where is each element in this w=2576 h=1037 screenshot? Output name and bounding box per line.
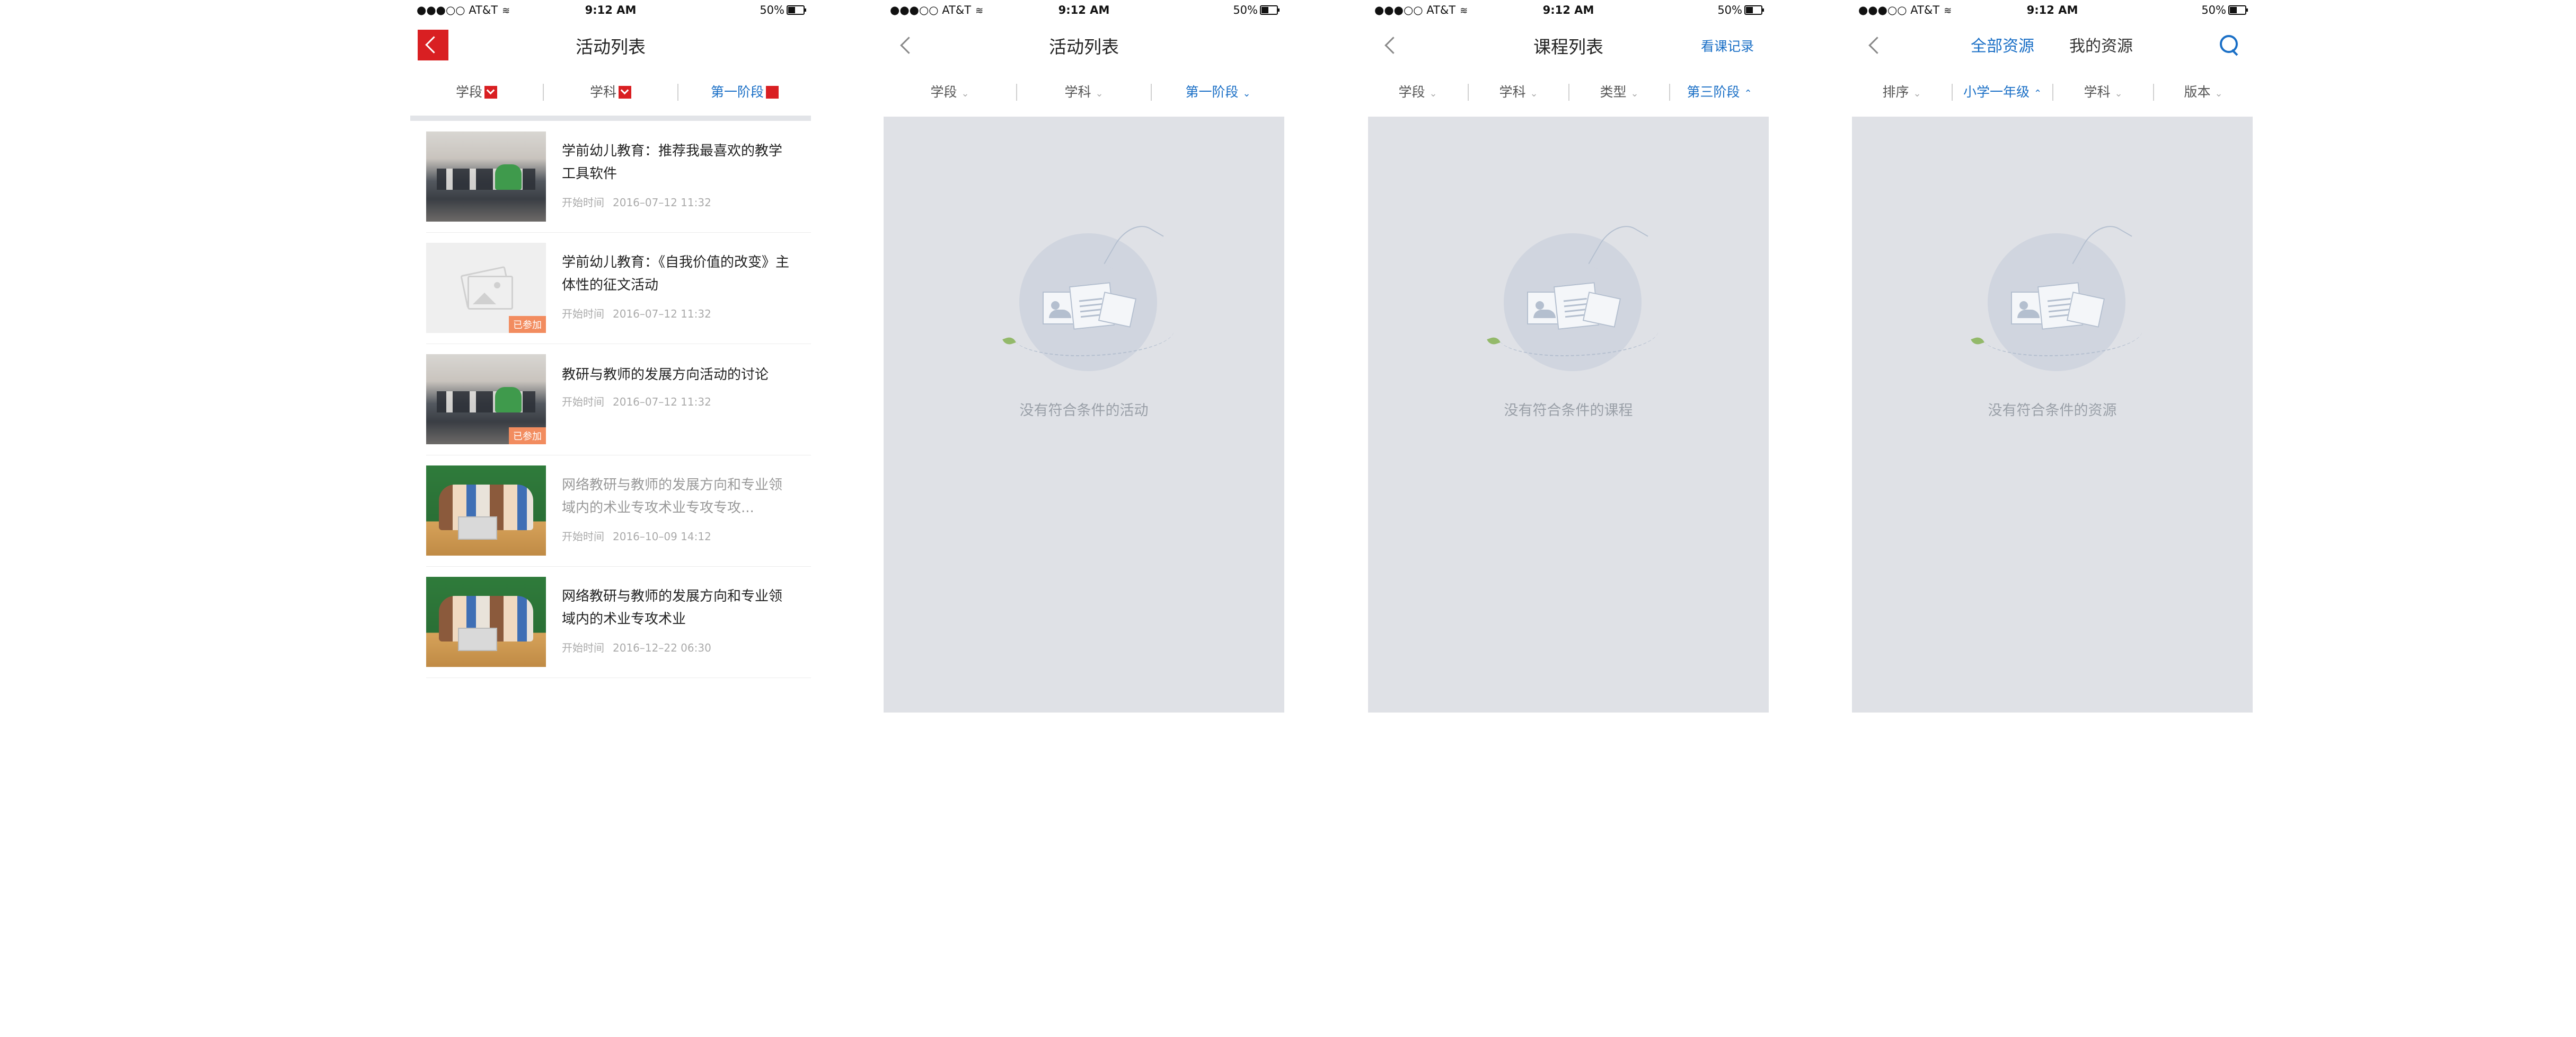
chevron-down-icon: ⌄ (961, 88, 969, 99)
activity-time: 开始时间 2016–07–12 11:32 (562, 307, 711, 320)
nav-bar: 活动列表 (410, 21, 811, 68)
filter-stage[interactable]: 学段 ⌄ (1368, 68, 1468, 117)
activity-title: 网络教研与教师的发展方向和专业领域内的术业专攻术业专攻专攻... (562, 477, 783, 516)
chevron-left-icon (1868, 37, 1886, 54)
activity-list-screen: ●●●○○ AT&T ≋ 9:12 AM 50% 活动列表 学段 学科 第一阶段 … (410, 0, 811, 713)
dropdown-icon (619, 86, 631, 99)
joined-badge: 已参加 (509, 316, 546, 333)
nav-bar: 课程列表 看课记录 (1368, 21, 1769, 68)
chevron-up-icon: ⌃ (2033, 88, 2042, 99)
activity-time: 开始时间 2016–12–22 06:30 (562, 641, 711, 654)
list-item[interactable]: 已参加 教研与教师的发展方向活动的讨论 开始时间 2016–07–12 11:32 (426, 344, 811, 455)
filter-stage[interactable]: 学段 ⌄ (884, 68, 1016, 117)
filter-subject[interactable]: 学科 ⌄ (1017, 68, 1151, 117)
nav-bar: 全部资源 我的资源 (1852, 21, 2253, 68)
empty-documents-icon (1971, 216, 2142, 371)
filter-subject[interactable]: 学科 (544, 68, 677, 117)
activity-thumbnail: 已参加 (426, 354, 546, 444)
course-list-empty-screen: ●●●○○ AT&T ≋ 9:12 AM 50% 课程列表 看课记录 学段 ⌄ 学科… (1368, 0, 1769, 713)
joined-badge: 已参加 (509, 427, 546, 444)
battery-icon (787, 5, 806, 15)
clock: 9:12 AM (1058, 4, 1110, 16)
battery-icon (2228, 5, 2248, 15)
status-bar: ●●●○○ AT&T ≋ 9:12 AM 50% (1368, 0, 1769, 21)
filter-edition[interactable]: 版本 ⌄ (2154, 68, 2253, 117)
filter-grade[interactable]: 小学一年级 ⌃ (1953, 68, 2052, 117)
activity-thumbnail (426, 465, 546, 556)
chevron-down-icon: ⌄ (2215, 88, 2223, 99)
battery-percent: 50% (760, 4, 784, 16)
search-icon[interactable] (2218, 33, 2241, 56)
list-item[interactable]: 已参加 学前幼儿教育：《自我价值的改变》主体性的征文活动 开始时间 2016–07… (426, 232, 811, 344)
filter-sort[interactable]: 排序 ⌄ (1852, 68, 1952, 117)
activity-time: 开始时间 2016–10–09 14:12 (562, 530, 711, 543)
empty-state: 没有符合条件的资源 (1852, 117, 2253, 713)
list-item[interactable]: 学前幼儿教育：推荐我最喜欢的教学工具软件 开始时间 2016–07–12 11:3… (426, 121, 811, 233)
activity-thumbnail (426, 577, 546, 667)
empty-state: 没有符合条件的课程 (1368, 117, 1769, 713)
empty-documents-icon (1487, 216, 1658, 371)
tab-my-resources[interactable]: 我的资源 (2069, 33, 2133, 56)
filter-phase[interactable]: 第一阶段 (678, 68, 811, 117)
activity-time: 开始时间 2016–07–12 11:32 (562, 396, 711, 408)
filter-bar: 学段 ⌄ 学科 ⌄ 类型 ⌄ 第三阶段 ⌃ (1368, 68, 1769, 117)
chevron-down-icon: ⌄ (1630, 88, 1639, 99)
chevron-down-icon: ⌄ (1913, 88, 1921, 99)
empty-state: 没有符合条件的活动 (884, 117, 1284, 713)
filter-subject[interactable]: 学科 ⌄ (1469, 68, 1568, 117)
chevron-down-icon: ⌄ (1429, 88, 1437, 99)
activity-time: 开始时间 2016–07–12 11:32 (562, 196, 711, 209)
view-history-link[interactable]: 看课记录 (1701, 36, 1754, 55)
chevron-down-icon: ⌄ (1242, 88, 1251, 99)
page-title: 活动列表 (1049, 37, 1119, 57)
dropdown-icon (766, 86, 779, 99)
filter-type[interactable]: 类型 ⌄ (1569, 68, 1669, 117)
empty-message: 没有符合条件的资源 (1988, 402, 2117, 419)
empty-documents-icon (1002, 216, 1174, 371)
back-button[interactable] (1859, 30, 1890, 60)
clock: 9:12 AM (585, 4, 637, 16)
activity-title: 教研与教师的发展方向活动的讨论 (562, 367, 769, 383)
filter-bar: 学段 ⌄ 学科 ⌄ 第一阶段 ⌄ (884, 68, 1284, 117)
clock: 9:12 AM (1542, 4, 1594, 16)
battery-percent: 50% (2201, 4, 2226, 16)
list-item[interactable]: 网络教研与教师的发展方向和专业领域内的术业专攻术业专攻专攻... 开始时间 201… (426, 455, 811, 567)
image-placeholder-icon: 已参加 (426, 243, 546, 333)
status-bar: ●●●○○ AT&T ≋ 9:12 AM 50% (410, 0, 811, 21)
empty-message: 没有符合条件的课程 (1504, 402, 1633, 419)
chevron-down-icon: ⌄ (2114, 88, 2123, 99)
filter-indicator-line (410, 116, 811, 121)
filter-phase[interactable]: 第一阶段 ⌄ (1152, 68, 1284, 117)
chevron-up-icon: ⌃ (1744, 88, 1752, 99)
list-item[interactable]: 网络教研与教师的发展方向和专业领域内的术业专攻术业 开始时间 2016–12–22… (426, 566, 811, 678)
nav-bar: 活动列表 (884, 21, 1284, 68)
chevron-down-icon: ⌄ (1530, 88, 1538, 99)
empty-message: 没有符合条件的活动 (1019, 402, 1149, 419)
status-bar: ●●●○○ AT&T ≋ 9:12 AM 50% (884, 0, 1284, 21)
battery-percent: 50% (1717, 4, 1742, 16)
filter-bar: 排序 ⌄ 小学一年级 ⌃ 学科 ⌄ 版本 ⌄ (1852, 68, 2253, 117)
filter-bar: 学段 学科 第一阶段 (410, 68, 811, 117)
activity-list-empty-screen: ●●●○○ AT&T ≋ 9:12 AM 50% 活动列表 学段 ⌄ 学科 ⌄ 第一阶… (884, 0, 1284, 713)
tab-all-resources[interactable]: 全部资源 (1971, 33, 2034, 56)
filter-phase[interactable]: 第三阶段 ⌃ (1670, 68, 1769, 117)
page-title: 活动列表 (576, 37, 646, 57)
clock: 9:12 AM (2026, 4, 2078, 16)
filter-stage[interactable]: 学段 (410, 68, 543, 117)
status-bar: ●●●○○ AT&T ≋ 9:12 AM 50% (1852, 0, 2253, 21)
battery-percent: 50% (1233, 4, 1258, 16)
activity-title: 网络教研与教师的发展方向和专业领域内的术业专攻术业 (562, 588, 783, 627)
activity-title: 学前幼儿教育：推荐我最喜欢的教学工具软件 (562, 143, 783, 182)
activity-thumbnail (426, 131, 546, 222)
dropdown-icon (484, 86, 497, 99)
chevron-down-icon: ⌄ (1095, 88, 1104, 99)
battery-icon (1260, 5, 1280, 15)
filter-subject[interactable]: 学科 ⌄ (2053, 68, 2153, 117)
resource-list-empty-screen: ●●●○○ AT&T ≋ 9:12 AM 50% 全部资源 我的资源 排序 ⌄ 小学… (1852, 0, 2253, 713)
activity-title: 学前幼儿教育：《自我价值的改变》主体性的征文活动 (562, 254, 790, 293)
battery-icon (1744, 5, 1764, 15)
